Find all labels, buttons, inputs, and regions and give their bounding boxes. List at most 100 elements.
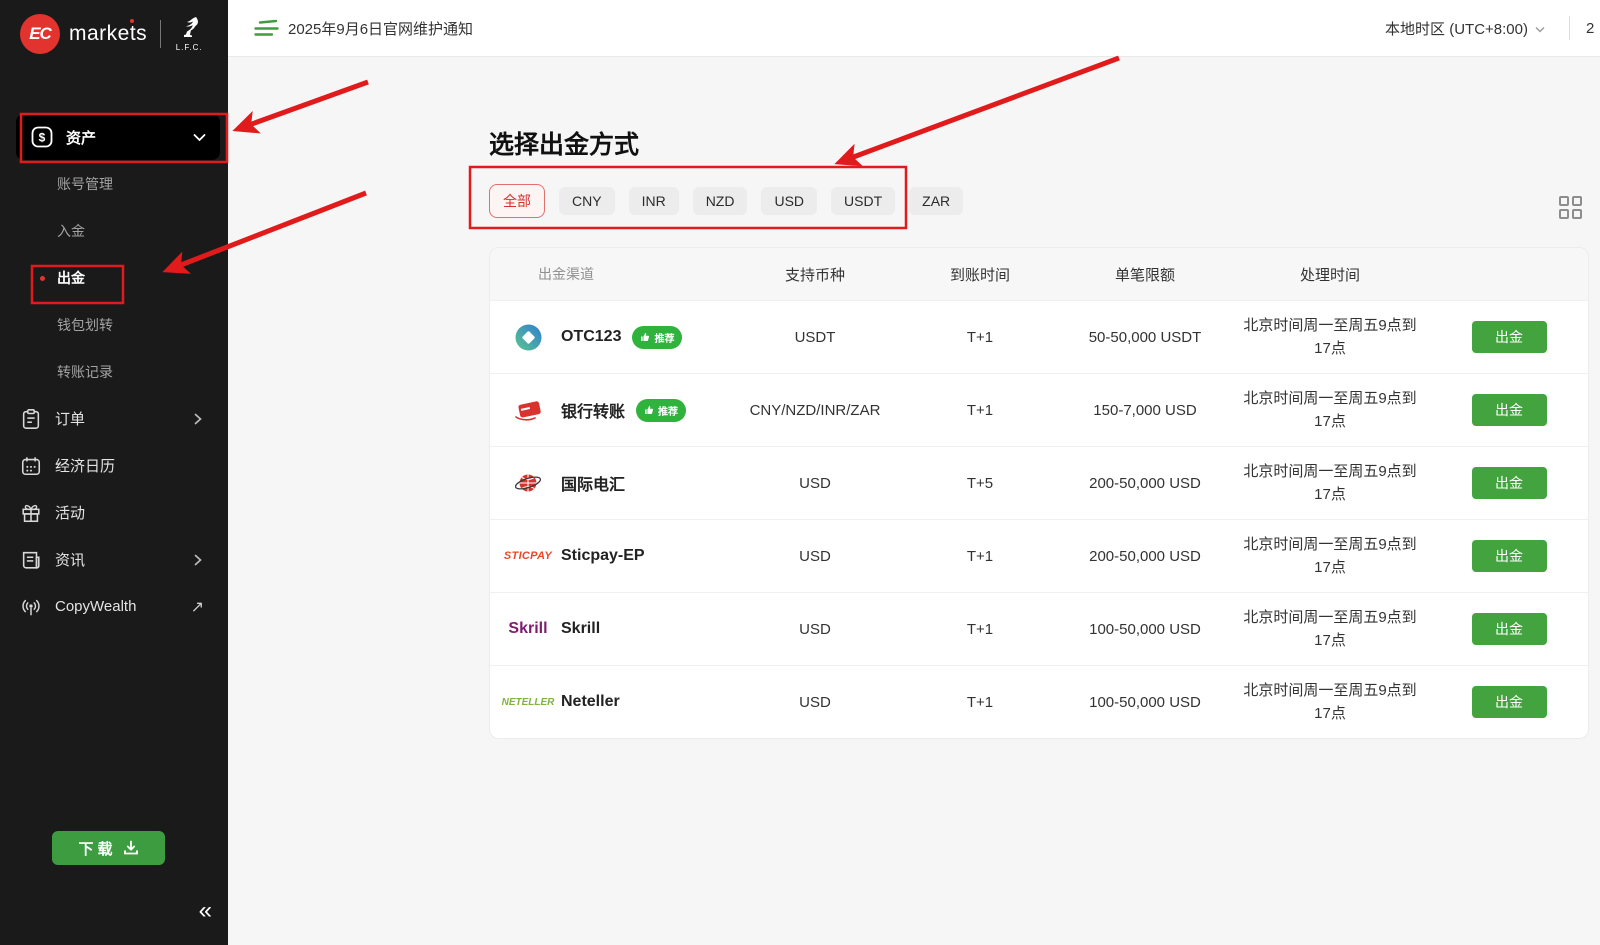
sidebar-item-deposit[interactable]: 入金: [0, 207, 228, 254]
svg-text:$: $: [39, 131, 46, 145]
otc123-icon: [515, 324, 542, 351]
channel-name: 银行转账: [561, 398, 625, 422]
withdraw-button[interactable]: 出金: [1472, 394, 1547, 426]
row-limit: 150-7,000 USD: [1060, 402, 1230, 419]
sidebar-item-assets[interactable]: $ 资产: [16, 114, 220, 160]
sidebar-item-label: CopyWealth: [55, 598, 136, 615]
sidebar-item-transfer-records[interactable]: 转账记录: [0, 348, 228, 395]
sidebar-item-label: 出金: [57, 268, 85, 288]
brand-area: EC markets L.F.C.: [0, 0, 228, 54]
withdraw-button[interactable]: 出金: [1472, 686, 1547, 718]
row-arrival: T+1: [900, 621, 1060, 638]
withdraw-button[interactable]: 出金: [1472, 613, 1547, 645]
row-currencies: CNY/NZD/INR/ZAR: [730, 402, 900, 419]
row-currencies: USD: [730, 621, 900, 638]
sidebar-item-label: 资产: [66, 127, 96, 148]
filter-cny[interactable]: CNY: [559, 187, 615, 215]
row-processing-time: 北京时间周一至周五9点到17点: [1230, 533, 1430, 580]
clock-text-cropped: 2: [1586, 20, 1600, 37]
maintenance-notice-link[interactable]: 2025年9月6日官网维护通知: [253, 18, 473, 39]
skrill-logo: Skrill: [508, 620, 547, 638]
channel-name: Skrill: [561, 620, 600, 638]
withdraw-button[interactable]: 出金: [1472, 321, 1547, 353]
filter-all[interactable]: 全部: [489, 184, 545, 218]
row-limit: 50-50,000 USDT: [1060, 329, 1230, 346]
row-processing-time: 北京时间周一至周五9点到17点: [1230, 606, 1430, 653]
row-arrival: T+1: [900, 329, 1060, 346]
withdraw-button[interactable]: 出金: [1472, 467, 1547, 499]
recommend-badge: 推荐: [632, 326, 682, 349]
page-title: 选择出金方式: [489, 125, 639, 161]
recommend-badge: 推荐: [636, 399, 686, 422]
table-row: Skrill Skrill USD T+1 100-50,000 USD 北京时…: [490, 592, 1588, 665]
sidebar-item-news[interactable]: 资讯: [0, 536, 228, 583]
sidebar-item-economic-calendar[interactable]: 经济日历: [0, 442, 228, 489]
row-arrival: T+1: [900, 548, 1060, 565]
topbar: 2025年9月6日官网维护通知 本地时区 (UTC+8:00) 2: [228, 0, 1600, 57]
sidebar-item-label: 经济日历: [55, 455, 115, 476]
row-limit: 100-50,000 USD: [1060, 621, 1230, 638]
recommend-badge-label: 推荐: [658, 403, 678, 418]
neteller-logo: NETELLER: [502, 697, 555, 708]
row-currencies: USDT: [730, 329, 900, 346]
maintenance-notice-text: 2025年9月6日官网维护通知: [288, 18, 473, 39]
dollar-square-icon: $: [30, 125, 54, 149]
timezone-selector[interactable]: 本地时区 (UTC+8:00): [1385, 18, 1528, 39]
recommend-badge-label: 推荐: [654, 330, 674, 345]
row-arrival: T+1: [900, 694, 1060, 711]
withdraw-methods-table: 出金渠道 支持币种 到账时间 单笔限额 处理时间 OTC123: [489, 247, 1589, 739]
col-header-arrival: 到账时间: [900, 264, 1060, 285]
filter-nzd[interactable]: NZD: [693, 187, 748, 215]
currency-filter-group: 全部 CNY INR NZD USD USDT ZAR: [489, 184, 963, 218]
row-limit: 100-50,000 USD: [1060, 694, 1230, 711]
row-arrival: T+5: [900, 475, 1060, 492]
sidebar-item-orders[interactable]: 订单: [0, 395, 228, 442]
external-link-icon: ↗: [191, 597, 204, 617]
sidebar-item-account-management[interactable]: 账号管理: [0, 160, 228, 207]
channel-name: OTC123: [561, 328, 621, 346]
row-processing-time: 北京时间周一至周五9点到17点: [1230, 314, 1430, 361]
sidebar-item-label: 钱包划转: [57, 315, 113, 335]
brand-divider: [160, 20, 161, 48]
channel-name: Neteller: [561, 693, 620, 711]
filter-usdt[interactable]: USDT: [831, 187, 895, 215]
thumb-up-icon: [640, 332, 650, 342]
withdraw-button[interactable]: 出金: [1472, 540, 1547, 572]
chevron-right-icon: [192, 554, 204, 566]
table-row: STICPAY Sticpay-EP USD T+1 200-50,000 US…: [490, 519, 1588, 592]
sidebar-item-promotions[interactable]: 活动: [0, 489, 228, 536]
table-header-row: 出金渠道 支持币种 到账时间 单笔限额 处理时间: [490, 248, 1588, 300]
table-row: 银行转账 推荐 CNY/NZD/INR/ZAR T+1 150-7,000 US…: [490, 373, 1588, 446]
row-processing-time: 北京时间周一至周五9点到17点: [1230, 679, 1430, 726]
announcement-lines-icon: [253, 19, 279, 37]
topbar-divider: [1569, 16, 1570, 40]
sidebar-item-label: 活动: [55, 502, 85, 523]
sidebar-item-copywealth[interactable]: CopyWealth ↗: [0, 583, 228, 630]
col-header-currencies: 支持币种: [730, 264, 900, 285]
filter-usd[interactable]: USD: [761, 187, 817, 215]
row-processing-time: 北京时间周一至周五9点到17点: [1230, 387, 1430, 434]
clipboard-icon: [20, 408, 42, 430]
broadcast-icon: [20, 596, 42, 618]
table-row: 国际电汇 USD T+5 200-50,000 USD 北京时间周一至周五9点到…: [490, 446, 1588, 519]
table-row: OTC123 推荐 USDT T+1 50-50,000 USDT 北京时间周一…: [490, 300, 1588, 373]
thumb-up-icon: [644, 405, 654, 415]
col-header-limit: 单笔限额: [1060, 264, 1230, 285]
row-processing-time: 北京时间周一至周五9点到17点: [1230, 460, 1430, 507]
sidebar-item-label: 账号管理: [57, 174, 113, 194]
row-currencies: USD: [730, 694, 900, 711]
sidebar-nav: $ 资产 账号管理 入金 出金 钱包划转 转账记录: [0, 114, 228, 630]
sidebar-item-label: 转账记录: [57, 362, 113, 382]
lfc-label: L.F.C.: [176, 43, 203, 52]
row-limit: 200-50,000 USD: [1060, 548, 1230, 565]
grid-view-toggle-icon[interactable]: [1559, 196, 1582, 219]
sidebar-item-wallet-transfer[interactable]: 钱包划转: [0, 301, 228, 348]
download-icon: [123, 840, 139, 856]
sidebar-item-withdraw[interactable]: 出金: [0, 254, 228, 301]
download-button[interactable]: 下载: [52, 831, 165, 865]
collapse-sidebar-button[interactable]: «: [199, 899, 212, 923]
filter-inr[interactable]: INR: [629, 187, 679, 215]
ec-markets-logo: EC: [20, 14, 60, 54]
channel-name: 国际电汇: [561, 471, 625, 495]
filter-zar[interactable]: ZAR: [909, 187, 963, 215]
